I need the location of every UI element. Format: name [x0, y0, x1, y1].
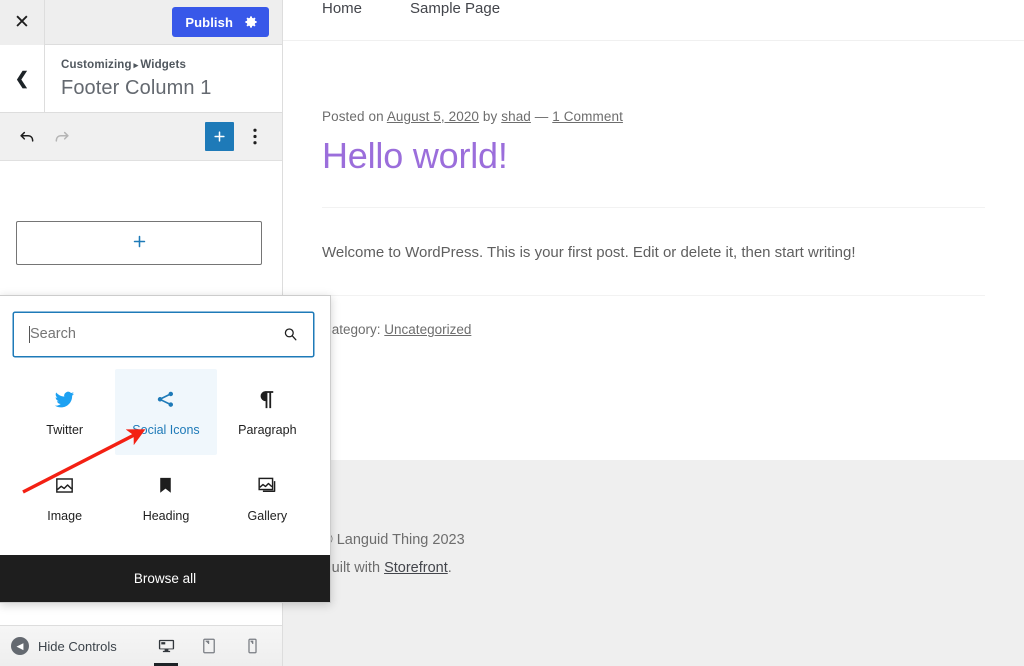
post-meta-prefix: Posted on	[322, 109, 384, 124]
post-categories: Category: Uncategorized	[322, 296, 1024, 337]
customizer-screen: Home Sample Page Posted on August 5, 202…	[0, 0, 1024, 666]
breadcrumb-root: Customizing	[61, 59, 132, 71]
customizer-topbar: ✕ Publish	[0, 0, 282, 45]
publish-button[interactable]: Publish	[172, 7, 269, 37]
post-title: Hello world!	[322, 135, 508, 176]
block-item-twitter[interactable]: Twitter	[14, 369, 115, 455]
browse-all-button[interactable]: Browse all	[0, 555, 330, 602]
block-appender[interactable]	[16, 221, 262, 265]
post-meta-dash: —	[534, 109, 549, 124]
plus-icon	[131, 232, 148, 254]
nav-item-sample-page[interactable]: Sample Page	[410, 0, 500, 17]
post-author-link[interactable]: shad	[501, 109, 531, 124]
breadcrumb: Customizing ▸ Widgets	[61, 57, 211, 73]
block-item-label: Image	[47, 509, 83, 524]
hide-controls-button[interactable]: ◀ Hide Controls	[0, 637, 117, 655]
post-body: Welcome to WordPress. This is your first…	[322, 244, 856, 262]
customizer-section-header: ❮ Customizing ▸ Widgets Footer Column 1	[0, 45, 282, 113]
gear-icon[interactable]	[244, 15, 269, 29]
share-icon	[154, 387, 177, 411]
post-date-link[interactable]: August 5, 2020	[387, 109, 479, 124]
inserter-search-wrap: Search	[0, 296, 330, 365]
bookmark-icon	[154, 473, 177, 497]
block-item-label: Social Icons	[132, 423, 200, 438]
browse-all-label: Browse all	[133, 571, 197, 586]
add-block-button[interactable]	[205, 122, 234, 151]
chevron-left-circle-icon: ◀	[11, 637, 29, 655]
hide-controls-label: Hide Controls	[38, 638, 117, 654]
search-icon	[282, 326, 299, 343]
block-item-label: Gallery	[247, 509, 288, 524]
nav-item-home[interactable]: Home	[322, 0, 362, 17]
site-navigation: Home Sample Page	[283, 0, 1024, 30]
search-input[interactable]: Search	[13, 312, 314, 357]
block-inserter-popover: Search Twitter Social Icons Paragraph Im…	[0, 295, 331, 603]
redo-icon	[44, 120, 78, 154]
device-mobile-button[interactable]	[239, 626, 265, 666]
post-comments-link[interactable]: 1 Comment	[552, 109, 623, 124]
site-footer: © Languid Thing 2023 Built with Storefro…	[283, 460, 1024, 666]
block-item-gallery[interactable]: Gallery	[217, 455, 318, 541]
footer-built-suffix: .	[447, 559, 452, 576]
section-titles: Customizing ▸ Widgets Footer Column 1	[45, 45, 211, 112]
ellipsis-vertical-icon[interactable]	[240, 122, 270, 152]
search-input-placeholder: Search	[30, 326, 76, 343]
block-toolbar	[0, 113, 282, 161]
device-desktop-button[interactable]	[153, 626, 179, 666]
gallery-icon	[256, 473, 279, 497]
footer-copyright: © Languid Thing 2023	[322, 532, 465, 548]
close-icon[interactable]: ✕	[0, 0, 45, 45]
twitter-icon	[53, 387, 76, 411]
undo-icon[interactable]	[10, 120, 44, 154]
site-preview: Home Sample Page Posted on August 5, 202…	[283, 0, 1024, 666]
post-meta-by: by	[482, 109, 498, 124]
page-title: Footer Column 1	[61, 77, 212, 100]
block-item-heading[interactable]: Heading	[115, 455, 216, 541]
post-meta: Posted on August 5, 2020 by shad — 1 Com…	[322, 109, 1024, 124]
pilcrow-icon	[256, 387, 279, 411]
publish-button-label: Publish	[185, 14, 233, 30]
device-preview-switcher	[153, 626, 282, 666]
footer-storefront-link[interactable]: Storefront	[384, 560, 448, 576]
footer-credit: Built with Storefront.	[322, 555, 1024, 583]
publish-area: Publish	[172, 7, 282, 37]
block-item-image[interactable]: Image	[14, 455, 115, 541]
image-icon	[53, 473, 76, 497]
customizer-footer-bar: ◀ Hide Controls	[0, 625, 282, 666]
category-link[interactable]: Uncategorized	[384, 322, 471, 337]
block-item-label: Heading	[142, 509, 190, 524]
device-tablet-button[interactable]	[196, 626, 222, 666]
block-type-grid: Twitter Social Icons Paragraph Image Hea…	[0, 365, 330, 555]
block-item-paragraph[interactable]: Paragraph	[217, 369, 318, 455]
breadcrumb-current: Widgets	[140, 59, 186, 71]
block-item-label: Twitter	[46, 423, 84, 438]
post-article: Posted on August 5, 2020 by shad — 1 Com…	[283, 41, 1024, 337]
chevron-left-icon[interactable]: ❮	[0, 45, 45, 112]
block-item-social-icons[interactable]: Social Icons	[115, 369, 217, 455]
block-item-label: Paragraph	[238, 423, 297, 438]
